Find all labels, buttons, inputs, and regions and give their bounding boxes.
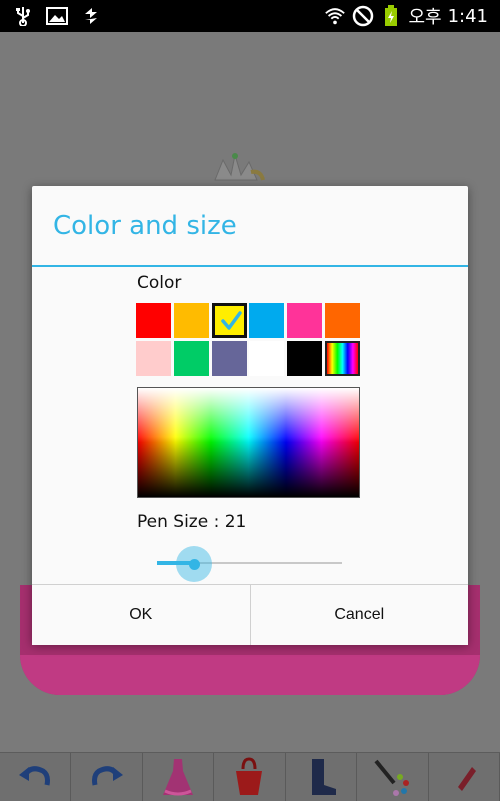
swatch-black[interactable] [287, 341, 323, 376]
dialog-buttons: OK Cancel [32, 584, 468, 645]
checkmark-icon [220, 311, 242, 330]
no-signal-icon [352, 5, 374, 27]
eraser-icon [457, 767, 476, 791]
swatch-light-pink[interactable] [136, 341, 171, 376]
ok-button[interactable]: OK [32, 585, 250, 645]
swatch-amber[interactable] [173, 303, 209, 338]
redo-icon [91, 766, 123, 786]
boots-icon [311, 759, 336, 795]
color-size-dialog: Color and size Color Pen Size : 21 OK Ca… [32, 186, 468, 645]
battery-charging-icon [380, 5, 402, 27]
swatch-yellow[interactable] [211, 303, 247, 338]
swatch-orange[interactable] [324, 303, 360, 338]
swatch-red[interactable] [136, 303, 171, 338]
dialog-title: Color and size [32, 186, 468, 267]
swatch-white[interactable] [249, 341, 285, 376]
color-label: Color [137, 273, 182, 293]
dress-tool-button[interactable] [143, 753, 215, 801]
status-ampm: 오후 [408, 7, 442, 28]
swatch-sky-blue[interactable] [249, 303, 285, 338]
undo-button[interactable] [0, 753, 72, 801]
dress-icon [163, 759, 194, 796]
boots-tool-button[interactable] [286, 753, 358, 801]
eraser-tool-button[interactable] [429, 753, 500, 801]
swatch-rainbow[interactable] [324, 341, 360, 376]
palette-pen-icon [374, 759, 410, 796]
color-spectrum-picker[interactable] [137, 387, 360, 498]
image-icon [46, 5, 68, 27]
usb-icon [12, 5, 34, 27]
swatch-green[interactable] [173, 341, 209, 376]
wifi-icon [324, 5, 346, 27]
slider-thumb[interactable] [189, 559, 200, 570]
swatch-pink[interactable] [287, 303, 323, 338]
swatch-slate-blue[interactable] [211, 341, 247, 376]
redo-button[interactable] [71, 753, 143, 801]
bag-icon [236, 757, 263, 795]
palette-pen-tool-button[interactable] [357, 753, 429, 801]
sync-icon [80, 5, 102, 27]
pen-size-label: Pen Size : 21 [137, 512, 247, 532]
cancel-button[interactable]: Cancel [249, 585, 468, 645]
undo-icon [19, 766, 51, 786]
status-time: 1:41 [447, 5, 488, 27]
color-swatch-grid [136, 303, 360, 376]
tiara-image [214, 153, 265, 181]
bottom-toolbar [0, 752, 500, 801]
status-bar: 오후 1:41 [0, 0, 500, 32]
bag-tool-button[interactable] [214, 753, 286, 801]
